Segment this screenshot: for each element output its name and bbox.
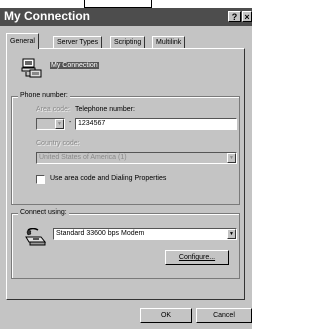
connect-using-legend: Connect using: <box>18 209 69 216</box>
window-title: My Connection <box>4 9 90 23</box>
country-code-label: Country code: <box>36 140 80 147</box>
help-button[interactable]: ? <box>228 11 241 22</box>
modem-dropdown[interactable]: Standard 33600 bps Modem ▼ <box>53 228 237 240</box>
area-code-dropdown: ▼ <box>36 118 65 130</box>
phone-number-legend: Phone number: <box>18 92 70 99</box>
telephone-number-input[interactable]: 1234567 <box>75 118 237 130</box>
background-window-edge <box>0 0 252 8</box>
chevron-down-icon: ▼ <box>55 119 64 129</box>
use-area-code-checkbox[interactable] <box>36 175 45 184</box>
country-code-value: United States of America (1) <box>39 154 127 161</box>
background-window-fragment <box>84 0 152 8</box>
connection-name: My Connection <box>50 62 99 69</box>
close-button[interactable]: × <box>242 11 252 22</box>
configure-button[interactable]: Configure... <box>165 250 229 265</box>
use-area-code-label[interactable]: Use area code and Dialing Properties <box>50 175 166 182</box>
title-bar[interactable]: My Connection ? × <box>0 8 252 26</box>
telephone-number-label: Telephone number: <box>75 106 135 113</box>
connect-using-group: Connect using: Standard 33600 bps Modem … <box>11 209 240 279</box>
dial-up-connection-icon <box>21 58 42 78</box>
area-code-label: Area code: <box>36 106 70 113</box>
configure-label: Configure... <box>178 254 216 261</box>
phone-number-group: Phone number: Area code: ▼ - Telephone n… <box>11 92 240 205</box>
tab-general[interactable]: General <box>6 33 39 49</box>
chevron-down-icon: ▼ <box>227 153 236 163</box>
ok-button[interactable]: OK <box>140 308 192 323</box>
country-code-dropdown: United States of America (1) ▼ <box>36 152 237 164</box>
telephone-number-value: 1234567 <box>78 120 106 127</box>
cancel-button[interactable]: Cancel <box>196 308 252 323</box>
modem-icon <box>25 228 47 246</box>
general-tab-panel: My Connection Phone number: Area code: ▼… <box>6 48 245 300</box>
chevron-down-icon[interactable]: ▼ <box>227 229 236 239</box>
modem-value: Standard 33600 bps Modem <box>56 230 145 237</box>
area-code-separator: - <box>69 119 72 126</box>
dialog-window: My Connection ? × General Server Types S… <box>0 8 252 329</box>
